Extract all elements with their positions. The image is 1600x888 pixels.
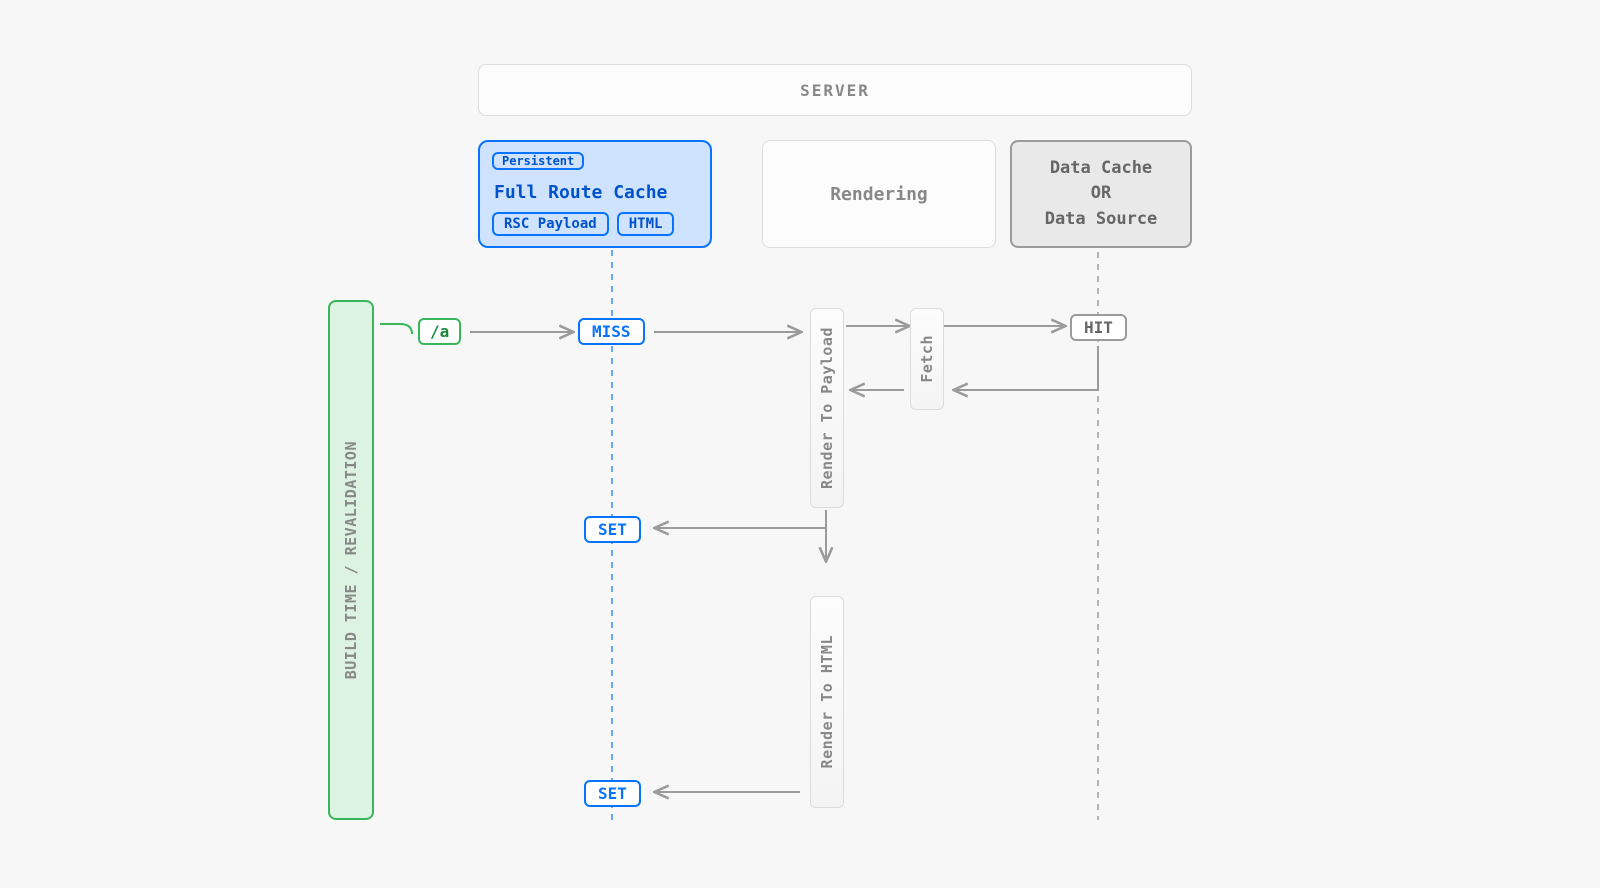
rendering-label: Rendering xyxy=(830,184,928,205)
route-label: /a xyxy=(430,322,449,341)
set-pill-1: SET xyxy=(584,516,641,543)
data-cache-line2: OR xyxy=(1045,181,1158,207)
set-label-1: SET xyxy=(598,520,627,539)
render-html-label: Render To HTML xyxy=(818,635,836,768)
route-chip: /a xyxy=(418,318,461,345)
full-route-cache-title: Full Route Cache xyxy=(494,182,667,203)
rendering-box: Rendering xyxy=(762,140,996,248)
full-route-cache-box: Persistent Full Route Cache RSC Payload … xyxy=(478,140,712,248)
server-header: SERVER xyxy=(478,64,1192,116)
data-cache-line1: Data Cache xyxy=(1045,156,1158,182)
render-payload-label: Render To Payload xyxy=(818,327,836,489)
persistent-badge: Persistent xyxy=(492,152,584,170)
fetch-box: Fetch xyxy=(910,308,944,410)
diagram-connectors xyxy=(0,0,1600,888)
set-label-2: SET xyxy=(598,784,627,803)
set-pill-2: SET xyxy=(584,780,641,807)
server-header-label: SERVER xyxy=(800,81,870,100)
hit-pill: HIT xyxy=(1070,314,1127,341)
render-html-box: Render To HTML xyxy=(810,596,844,808)
timeline-bar: BUILD TIME / REVALIDATION xyxy=(328,300,374,820)
timeline-label: BUILD TIME / REVALIDATION xyxy=(342,441,360,679)
data-cache-line3: Data Source xyxy=(1045,207,1158,233)
hit-label: HIT xyxy=(1084,318,1113,337)
render-payload-box: Render To Payload xyxy=(810,308,844,508)
miss-pill: MISS xyxy=(578,318,645,345)
data-cache-box: Data Cache OR Data Source xyxy=(1010,140,1192,248)
miss-label: MISS xyxy=(592,322,631,341)
html-chip: HTML xyxy=(617,212,675,236)
rsc-payload-chip: RSC Payload xyxy=(492,212,609,236)
fetch-label: Fetch xyxy=(918,335,936,383)
